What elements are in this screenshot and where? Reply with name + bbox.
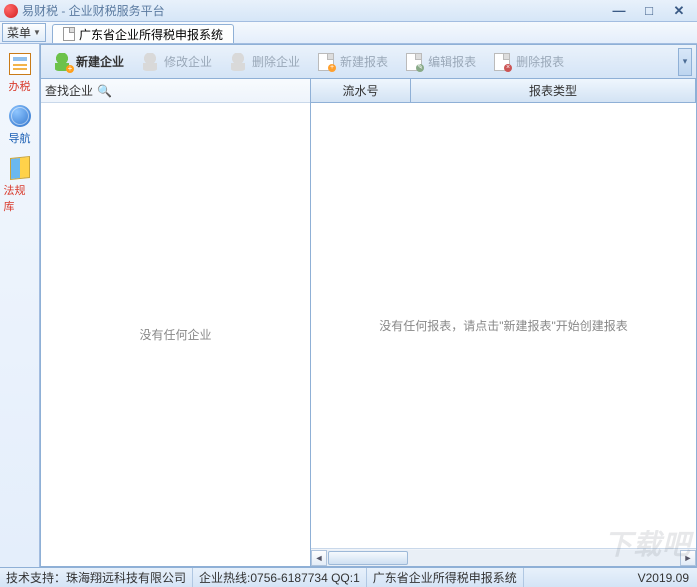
maximize-button[interactable]: □ [635,3,663,19]
menu-button[interactable]: 菜单 ▼ [2,23,46,42]
column-header-type[interactable]: 报表类型 [411,79,696,102]
scroll-left-button[interactable]: ◄ [311,550,327,566]
new-company-button[interactable]: + 新建企业 [45,48,131,76]
person-edit-icon [140,52,160,72]
person-add-icon: + [52,52,72,72]
person-delete-icon [228,52,248,72]
status-support: 技术支持：珠海翔远科技有限公司 [0,568,193,587]
delete-report-button[interactable]: × 删除报表 [485,48,571,76]
app-icon [4,4,18,18]
title-bar: 易财税 - 企业财税服务平台 ― □ ✕ [0,0,697,22]
sidebar-item-nav[interactable]: 导航 [3,100,37,150]
chevron-down-icon: ▼ [33,28,41,37]
new-report-button[interactable]: + 新建报表 [309,48,395,76]
toolbar: + 新建企业 修改企业 删除企业 + 新建报表 ✎ 编辑报表 × 删除报表 [41,45,696,79]
edit-company-button[interactable]: 修改企业 [133,48,219,76]
scroll-right-button[interactable]: ► [680,550,696,566]
sidebar-item-label: 办税 [9,78,31,94]
tab-active[interactable]: 广东省企业所得税申报系统 [52,24,234,43]
search-icon: 🔍 [97,84,112,98]
window-controls: ― □ ✕ [605,3,693,19]
sidebar-item-law[interactable]: 法规库 [3,152,37,218]
document-edit-icon: ✎ [404,52,424,72]
button-label: 删除企业 [252,53,300,70]
button-label: 修改企业 [164,53,212,70]
empty-company-message: 没有任何企业 [41,103,310,566]
delete-company-button[interactable]: 删除企业 [221,48,307,76]
window-title: 易财税 - 企业财税服务平台 [22,2,605,19]
status-bar: 技术支持：珠海翔远科技有限公司 企业热线:0756-6187734 QQ:1 广… [0,567,697,587]
menu-label: 菜单 [7,24,31,41]
sidebar-item-tax[interactable]: 办税 [3,48,37,98]
scroll-track[interactable] [327,550,680,566]
status-version: V2019.09 [630,571,697,585]
status-contact: 企业热线:0756-6187734 QQ:1 [193,568,367,587]
close-button[interactable]: ✕ [665,3,693,19]
button-label: 新建报表 [340,53,388,70]
button-label: 编辑报表 [428,53,476,70]
document-icon [63,27,75,41]
sidebar-item-label: 导航 [9,130,31,146]
menu-bar: 菜单 ▼ 广东省企业所得税申报系统 [0,22,697,44]
report-pane: 流水号 报表类型 没有任何报表，请点击"新建报表"开始创建报表 ◄ ► [311,79,696,566]
toolbar-expand-button[interactable]: ▾ [678,48,692,76]
book-icon [8,156,32,180]
document-add-icon: + [316,52,336,72]
document-delete-icon: × [492,52,512,72]
search-row: 查找企业 🔍 [41,79,310,103]
split-pane: 查找企业 🔍 没有任何企业 流水号 报表类型 没有任何报表，请点击"新建报表"开… [41,79,696,566]
search-input[interactable] [116,84,306,98]
horizontal-scrollbar[interactable]: ◄ ► [311,548,696,566]
left-sidebar: 办税 导航 法规库 [0,44,40,567]
work-area: + 新建企业 修改企业 删除企业 + 新建报表 ✎ 编辑报表 × 删除报表 [40,44,697,567]
button-label: 删除报表 [516,53,564,70]
edit-report-button[interactable]: ✎ 编辑报表 [397,48,483,76]
search-label: 查找企业 [45,82,93,99]
minimize-button[interactable]: ― [605,3,633,19]
table-header: 流水号 报表类型 [311,79,696,103]
empty-report-message: 没有任何报表，请点击"新建报表"开始创建报表 [311,103,696,548]
sidebar-item-label: 法规库 [4,182,36,214]
column-header-serial[interactable]: 流水号 [311,79,411,102]
status-context: 广东省企业所得税申报系统 [367,568,524,587]
globe-icon [8,104,32,128]
content-area: 办税 导航 法规库 + 新建企业 修改企业 删除企业 [0,44,697,567]
tab-label: 广东省企业所得税申报系统 [79,26,223,43]
button-label: 新建企业 [76,53,124,70]
company-tree-pane: 查找企业 🔍 没有任何企业 [41,79,311,566]
scroll-thumb[interactable] [328,551,408,565]
report-icon [8,52,32,76]
